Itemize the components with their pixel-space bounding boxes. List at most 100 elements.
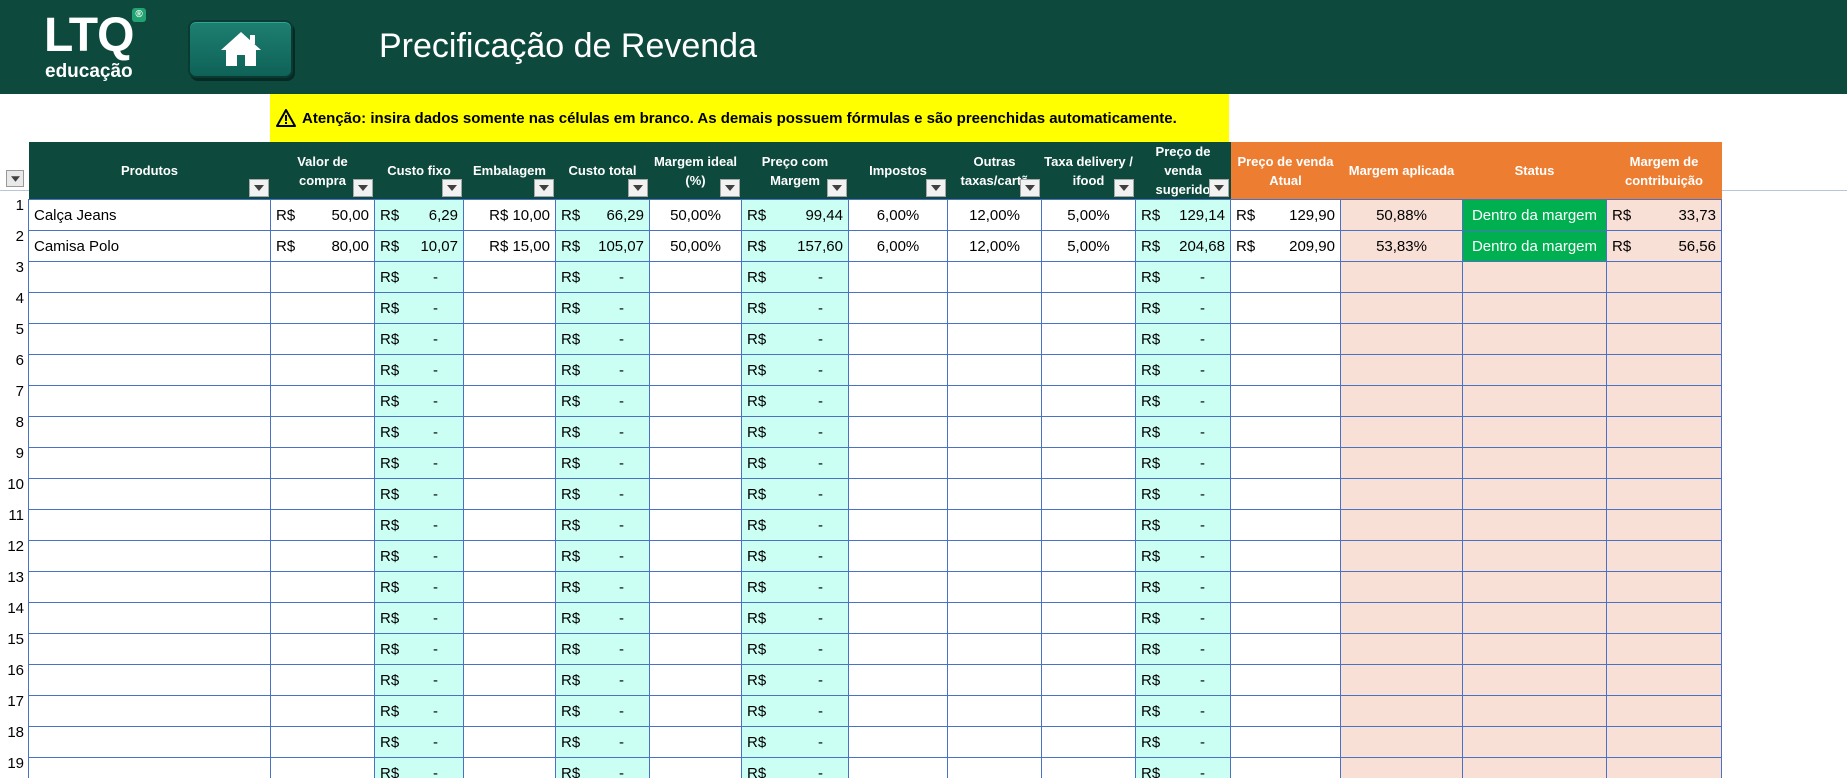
cell-taxa-delivery[interactable]: 5,00% [1041,230,1136,262]
cell-embalagem[interactable] [463,695,556,727]
cell-produto[interactable] [28,354,271,386]
cell-taxa-delivery[interactable] [1041,323,1136,355]
cell-taxa-delivery[interactable] [1041,354,1136,386]
cell-preco-atual[interactable] [1230,757,1341,778]
cell-outras-taxas[interactable]: 12,00% [947,230,1042,262]
cell-taxa-delivery[interactable] [1041,726,1136,758]
cell-valor-compra[interactable] [270,416,375,448]
cell-valor-compra[interactable] [270,602,375,634]
cell-margem-ideal[interactable] [649,447,742,479]
cell-valor-compra[interactable] [270,540,375,572]
cell-valor-compra[interactable] [270,323,375,355]
cell-valor-compra[interactable]: R$ 50,00 [270,199,375,231]
cell-outras-taxas[interactable] [947,757,1042,778]
cell-valor-compra[interactable] [270,292,375,324]
cell-impostos[interactable]: 6,00% [848,230,948,262]
cell-impostos[interactable] [848,726,948,758]
cell-produto[interactable] [28,602,271,634]
cell-taxa-delivery[interactable] [1041,292,1136,324]
cell-preco-atual[interactable] [1230,664,1341,696]
cell-taxa-delivery[interactable] [1041,509,1136,541]
cell-produto[interactable] [28,292,271,324]
cell-impostos[interactable]: 6,00% [848,199,948,231]
home-button[interactable] [188,20,293,78]
cell-embalagem[interactable] [463,354,556,386]
cell-impostos[interactable] [848,571,948,603]
cell-taxa-delivery[interactable] [1041,478,1136,510]
cell-margem-ideal[interactable] [649,664,742,696]
cell-embalagem[interactable] [463,261,556,293]
cell-preco-atual[interactable] [1230,478,1341,510]
cell-embalagem[interactable] [463,385,556,417]
cell-outras-taxas[interactable] [947,602,1042,634]
cell-preco-atual[interactable] [1230,509,1341,541]
cell-outras-taxas[interactable] [947,323,1042,355]
cell-margem-ideal[interactable] [649,602,742,634]
cell-outras-taxas[interactable] [947,354,1042,386]
cell-taxa-delivery[interactable] [1041,602,1136,634]
cell-outras-taxas[interactable] [947,385,1042,417]
filter-button[interactable] [826,179,847,197]
cell-outras-taxas[interactable] [947,292,1042,324]
cell-produto[interactable]: Camisa Polo [28,230,271,262]
cell-produto[interactable] [28,416,271,448]
cell-taxa-delivery[interactable] [1041,664,1136,696]
cell-produto[interactable] [28,726,271,758]
cell-valor-compra[interactable] [270,509,375,541]
cell-taxa-delivery[interactable] [1041,633,1136,665]
cell-embalagem[interactable] [463,509,556,541]
filter-button[interactable] [352,179,373,197]
cell-preco-atual[interactable] [1230,571,1341,603]
cell-taxa-delivery[interactable] [1041,540,1136,572]
cell-embalagem[interactable] [463,416,556,448]
filter-button[interactable] [441,179,462,197]
filter-button[interactable] [1113,179,1134,197]
cell-preco-atual[interactable] [1230,633,1341,665]
cell-produto[interactable] [28,261,271,293]
cell-produto[interactable] [28,571,271,603]
cell-margem-ideal[interactable] [649,633,742,665]
cell-margem-ideal[interactable]: 50,00% [649,230,742,262]
cell-outras-taxas[interactable] [947,571,1042,603]
cell-preco-atual[interactable] [1230,354,1341,386]
cell-preco-atual[interactable]: R$ 209,90 [1230,230,1341,262]
cell-impostos[interactable] [848,633,948,665]
cell-preco-atual[interactable] [1230,726,1341,758]
cell-impostos[interactable] [848,385,948,417]
cell-embalagem[interactable]: R$ 10,00 [463,199,556,231]
cell-produto[interactable] [28,385,271,417]
cell-impostos[interactable] [848,447,948,479]
cell-taxa-delivery[interactable] [1041,757,1136,778]
cell-preco-atual[interactable] [1230,416,1341,448]
cell-preco-atual[interactable] [1230,261,1341,293]
cell-embalagem[interactable] [463,664,556,696]
cell-embalagem[interactable] [463,633,556,665]
cell-margem-ideal[interactable] [649,385,742,417]
cell-impostos[interactable] [848,540,948,572]
cell-outras-taxas[interactable]: 12,00% [947,199,1042,231]
cell-valor-compra[interactable] [270,261,375,293]
cell-produto[interactable] [28,447,271,479]
cell-produto[interactable] [28,323,271,355]
cell-embalagem[interactable]: R$ 15,00 [463,230,556,262]
cell-outras-taxas[interactable] [947,478,1042,510]
cell-outras-taxas[interactable] [947,261,1042,293]
cell-embalagem[interactable] [463,323,556,355]
cell-embalagem[interactable] [463,757,556,778]
cell-impostos[interactable] [848,354,948,386]
cell-produto[interactable]: Calça Jeans [28,199,271,231]
cell-valor-compra[interactable] [270,571,375,603]
filter-button[interactable] [719,179,740,197]
cell-impostos[interactable] [848,602,948,634]
cell-margem-ideal[interactable] [649,571,742,603]
cell-margem-ideal[interactable] [649,292,742,324]
cell-impostos[interactable] [848,695,948,727]
cell-produto[interactable] [28,664,271,696]
cell-margem-ideal[interactable]: 50,00% [649,199,742,231]
cell-produto[interactable] [28,695,271,727]
filter-button[interactable] [248,179,269,197]
cell-margem-ideal[interactable] [649,323,742,355]
cell-outras-taxas[interactable] [947,695,1042,727]
filter-button[interactable] [925,179,946,197]
row-filter-button[interactable] [6,170,24,187]
